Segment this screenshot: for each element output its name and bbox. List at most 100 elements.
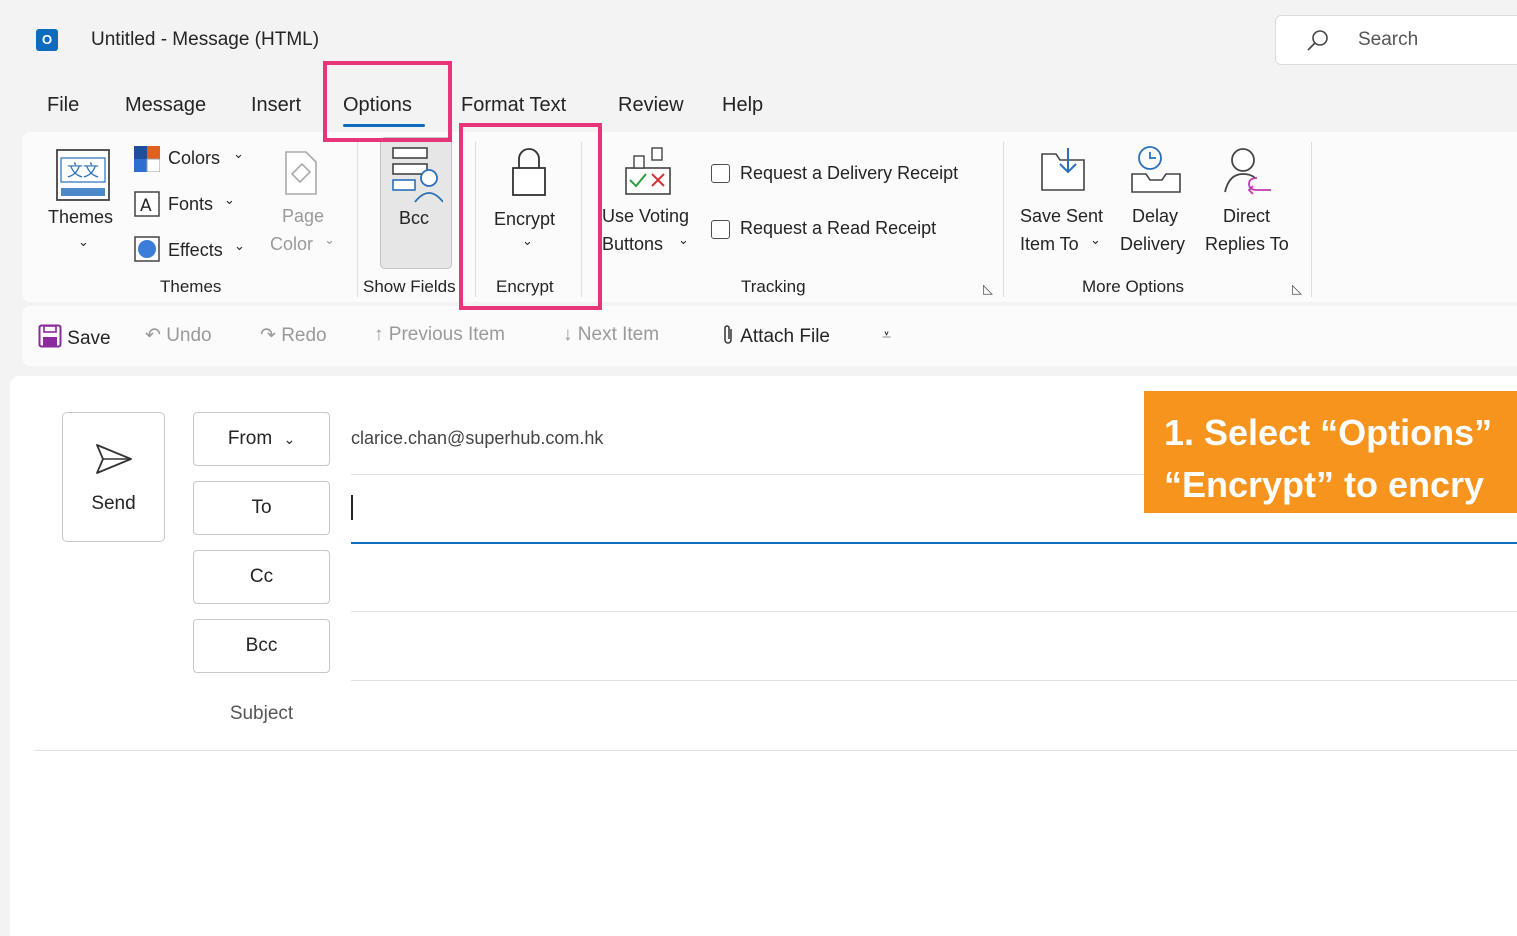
- delay-label-2: Delivery: [1120, 234, 1186, 254]
- instruction-callout: 1. Select “Options” “Encrypt” to encry: [1144, 391, 1517, 513]
- delay-delivery-icon: [1131, 146, 1181, 193]
- bcc-input[interactable]: [351, 622, 1517, 680]
- message-body[interactable]: [34, 752, 1517, 924]
- page-color-icon: [285, 151, 317, 195]
- themes-group-label: Themes: [160, 277, 222, 296]
- use-voting-buttons-button[interactable]: Use Voting Buttons ⌄: [600, 144, 700, 270]
- fonts-button[interactable]: A Fonts ⌄: [134, 191, 252, 221]
- bcc-field-icon: [392, 147, 443, 203]
- read-receipt-label: Request a Read Receipt: [740, 218, 937, 238]
- tab-help[interactable]: Help: [722, 94, 763, 117]
- from-address: clarice.chan@superhub.com.hk: [351, 428, 604, 448]
- save-sent-label-1: Save Sent: [1020, 206, 1104, 226]
- group-divider: [1311, 142, 1312, 297]
- colors-button[interactable]: Colors ⌄: [134, 146, 252, 176]
- to-input-focus-underline: [351, 542, 1517, 544]
- tab-message[interactable]: Message: [125, 94, 206, 117]
- callout-line-2: “Encrypt” to encry: [1164, 464, 1485, 505]
- group-divider: [1003, 142, 1004, 297]
- delay-delivery-button[interactable]: Delay Delivery: [1118, 144, 1198, 270]
- delivery-receipt-checkbox[interactable]: [711, 164, 730, 183]
- chevron-down-icon: ⌄: [678, 232, 689, 247]
- undo-icon: ↶: [145, 325, 161, 346]
- use-voting-label-1: Use Voting: [602, 206, 690, 226]
- group-divider: [357, 142, 358, 297]
- bcc-label: Bcc: [399, 208, 430, 228]
- save-sent-item-icon: [1041, 148, 1085, 191]
- callout-line-1: 1. Select “Options”: [1164, 412, 1493, 453]
- chevron-down-icon: ⌄: [233, 146, 244, 161]
- colors-icon: [134, 146, 160, 172]
- fonts-icon: A: [134, 191, 160, 217]
- subject-input[interactable]: [351, 690, 1517, 748]
- voting-buttons-icon: [625, 147, 671, 195]
- to-button[interactable]: To: [193, 481, 330, 535]
- search-box[interactable]: Search: [1275, 15, 1517, 65]
- attach-file-label: Attach File: [740, 326, 830, 347]
- dialog-launcher-icon[interactable]: ◺: [1292, 281, 1302, 297]
- direct-label-1: Direct: [1223, 206, 1271, 226]
- read-receipt-option[interactable]: Request a Read Receipt: [709, 217, 969, 245]
- tab-review[interactable]: Review: [618, 94, 684, 117]
- read-receipt-checkbox[interactable]: [711, 220, 730, 239]
- page-color-label-2: Color: [270, 234, 314, 254]
- delivery-receipt-label: Request a Delivery Receipt: [740, 163, 959, 183]
- undo-button[interactable]: ↶ Undo: [145, 324, 212, 347]
- save-sent-label-2: Item To: [1020, 234, 1079, 254]
- send-button[interactable]: Send: [62, 412, 165, 542]
- effects-icon: [134, 236, 160, 262]
- tab-format-text[interactable]: Format Text: [461, 94, 566, 117]
- effects-button[interactable]: Effects ⌄: [134, 236, 252, 266]
- delivery-receipt-option[interactable]: Request a Delivery Receipt: [709, 162, 989, 190]
- send-icon: [96, 444, 132, 474]
- save-button[interactable]: Save: [38, 324, 111, 350]
- tab-insert[interactable]: Insert: [251, 94, 301, 117]
- previous-item-button[interactable]: ↑ Previous Item: [374, 324, 505, 346]
- redo-button[interactable]: ↷ Redo: [260, 324, 327, 347]
- save-label: Save: [67, 328, 111, 349]
- direct-replies-to-button[interactable]: Direct Replies To: [1203, 144, 1299, 270]
- save-sent-item-to-button[interactable]: Save Sent Item To ⌄: [1018, 144, 1114, 270]
- colors-label: Colors: [168, 148, 221, 168]
- divider: [351, 611, 1517, 612]
- bcc-toggle-button[interactable]: Bcc: [380, 137, 452, 269]
- page-color-button[interactable]: Page Color ⌄: [268, 144, 344, 264]
- send-label: Send: [91, 493, 136, 514]
- from-label: From: [227, 428, 273, 449]
- search-placeholder: Search: [1358, 29, 1419, 50]
- paperclip-icon: [724, 325, 732, 344]
- tab-file[interactable]: File: [47, 94, 79, 117]
- chevron-down-icon: ⌄: [224, 192, 235, 207]
- direct-replies-icon: [1224, 148, 1271, 195]
- subject-label: Subject: [229, 703, 294, 724]
- attach-file-button[interactable]: Attach File: [720, 324, 830, 348]
- text-cursor: [351, 495, 353, 520]
- svg-text:A: A: [140, 196, 152, 216]
- delay-label-1: Delay: [1132, 206, 1179, 226]
- outlook-app-icon: O: [36, 29, 58, 51]
- effects-label: Effects: [168, 240, 223, 260]
- next-item-button[interactable]: ↓ Next Item: [563, 324, 659, 346]
- arrow-down-icon: ↓: [563, 324, 573, 345]
- chevron-down-icon: ⌄: [78, 234, 89, 249]
- tracking-group-label: Tracking: [741, 277, 806, 296]
- chevron-down-icon: ⌄: [1090, 232, 1101, 247]
- page-color-label-1: Page: [282, 206, 325, 226]
- dialog-launcher-icon[interactable]: ◺: [983, 281, 993, 297]
- next-item-label: Next Item: [577, 324, 660, 345]
- window-title: Untitled - Message (HTML): [91, 29, 320, 50]
- chevron-down-icon: ⌄: [324, 232, 335, 247]
- divider: [351, 680, 1517, 681]
- cc-input[interactable]: [351, 553, 1517, 611]
- use-voting-label-2: Buttons: [602, 234, 664, 254]
- chevron-down-icon: ⌄: [283, 431, 296, 447]
- themes-label: Themes: [48, 207, 114, 227]
- bcc-button[interactable]: Bcc: [193, 619, 330, 673]
- cc-button[interactable]: Cc: [193, 550, 330, 604]
- customize-toolbar-icon[interactable]: ⩡: [882, 327, 891, 345]
- themes-button[interactable]: 文文 Themes ⌄: [48, 144, 120, 284]
- show-fields-group-label: Show Fields: [363, 277, 456, 296]
- from-button[interactable]: From ⌄: [193, 412, 330, 466]
- chevron-down-icon: ⌄: [234, 238, 245, 253]
- more-options-group-label: More Options: [1082, 277, 1185, 296]
